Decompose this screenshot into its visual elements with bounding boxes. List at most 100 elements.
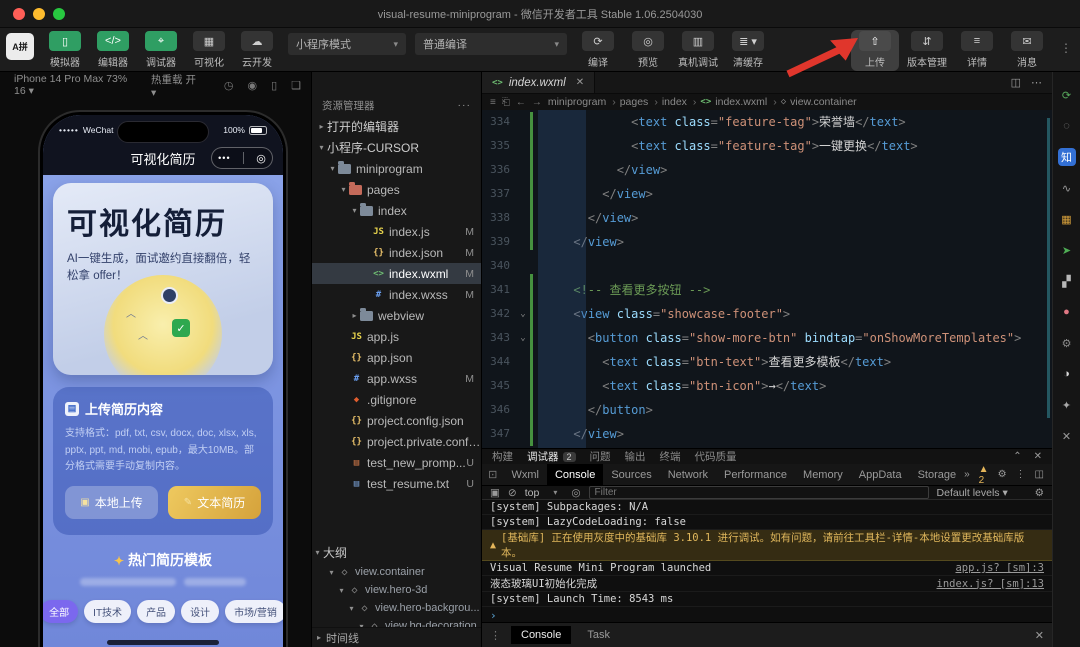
dock-side-icon[interactable]: ◫ [1035,469,1044,480]
compile-mode-select[interactable]: 普通编译 ▾ [415,33,567,55]
text-resume-button[interactable]: ✎文本简历 [168,486,261,519]
panel-tab-代码质量[interactable]: 代码质量 [695,449,737,464]
devtools-tab-storage[interactable]: Storage [910,464,965,485]
more-tabs-icon[interactable]: » [964,469,970,480]
toolbar-button-compile[interactable]: ⟳编译 [576,31,620,69]
tree-item-webview[interactable]: ▸webview [312,305,481,326]
devtools-tab-sources[interactable]: Sources [603,464,659,485]
warning-count-badge[interactable]: ▲ 2 [979,464,989,486]
zhihu-ext-icon[interactable]: 知 [1058,148,1076,166]
template-chip[interactable]: 产品 [137,600,175,623]
gear-ext-icon[interactable]: ⚙ [1058,334,1076,352]
palette-ext-icon[interactable]: ◑ [1058,365,1076,383]
outline-list-icon[interactable]: ≡ [490,97,496,108]
toolbar-button-debugger[interactable]: ⌖调试器 [139,31,183,69]
outline-item[interactable]: ▾◇view.hero-backgrou... [312,599,481,617]
breadcrumb-item[interactable]: ›pages [606,96,648,108]
devtools-tab-wxml[interactable]: Wxml [503,464,547,485]
devtools-settings-icon[interactable]: ⚙ [998,469,1007,480]
close-capsule-icon[interactable]: ◎ [256,152,266,165]
tree-item-.gitignore[interactable]: ◆.gitignore [312,389,481,410]
grid-color-ext-icon[interactable]: ▦ [1058,210,1076,228]
template-chip[interactable]: 全部 [43,600,78,623]
devtools-tab-appdata[interactable]: AppData [851,464,910,485]
tree-item-app.wxss[interactable]: #app.wxssM [312,368,481,389]
toolbar-button-clear-cache[interactable]: ≣ ▾清缓存 [726,31,770,69]
tree-item-test-resume.txt[interactable]: ▤test_resume.txtU [312,473,481,494]
tree-item-project.private.config...[interactable]: {}project.private.config... [312,431,481,452]
collapse-panel-icon[interactable]: ⌃ [1013,451,1021,462]
log-levels-select[interactable]: Default levels ▾ [937,487,1008,499]
toolbar-button-upload[interactable]: ⇧上传 [853,31,897,69]
editor-more-icon[interactable]: ⋯ [1031,76,1042,89]
toolbar-button-editor[interactable]: </>编辑器 [91,31,135,69]
fold-toggle-icon[interactable]: ⌄ [516,326,530,350]
tree-item-project.config.json[interactable]: {}project.config.json [312,410,481,431]
outline-item[interactable]: ▾◇view.hero-3d [312,581,481,599]
devtools-tab-network[interactable]: Network [660,464,716,485]
log-source-link[interactable]: index.js? [sm]:13 [917,578,1044,590]
template-chip[interactable]: 市场/营销 [225,600,283,623]
code-editor[interactable]: 334 <text class="feature-tag">荣誉墙</text>… [482,110,1052,448]
breadcrumb-item[interactable]: miniprogram [548,96,606,108]
timer-icon[interactable]: ◷ [224,79,234,92]
more-capsule-icon[interactable]: ••• [218,153,230,163]
record-icon[interactable]: ◉ [247,79,257,92]
devtools-tab-console[interactable]: Console [547,464,603,485]
console-sidebar-icon[interactable]: ▣ [490,487,500,499]
toolbar-button-preview[interactable]: ◎预览 [626,31,670,69]
refresh-ext-icon[interactable]: ⟳ [1058,86,1076,104]
bookmark-icon[interactable]: ⎗ [502,97,510,108]
tree-item-app.js[interactable]: JSapp.js [312,326,481,347]
tree-item-app.json[interactable]: {}app.json [312,347,481,368]
fold-toggle-icon[interactable]: ⌄ [516,302,530,326]
devtools-tab-memory[interactable]: Memory [795,464,851,485]
toolbar-button-messages[interactable]: ✉消息 [1005,31,1049,71]
panel-tab-输出[interactable]: 输出 [625,449,646,464]
back-arrow-icon[interactable]: ← [516,97,526,108]
breadcrumb-item[interactable]: ›<>index.wxml [687,96,767,108]
context-select[interactable]: top [525,487,540,499]
tree-item-miniprogram[interactable]: ▾miniprogram [312,158,481,179]
tree-item-index.wxml[interactable]: <>index.wxmlM [312,263,481,284]
tree-item-index.wxss[interactable]: #index.wxssM [312,284,481,305]
drag-handle-icon[interactable]: ⋮ [490,629,501,642]
hot-reload-toggle[interactable]: 热重载 开 ▾ [151,72,200,99]
toolbar-button-real-device-debug[interactable]: ▥真机调试 [676,31,720,69]
inspect-element-icon[interactable]: ⊡ [482,468,503,481]
outline-item[interactable]: ▾◇view.container [312,563,481,581]
panel-tab-调试器[interactable]: 调试器2 [527,449,576,464]
forward-arrow-icon[interactable]: → [532,97,542,108]
outline-section[interactable]: ▾ 大纲 [312,542,481,563]
close-debugger-icon[interactable]: ✕ [1034,451,1042,462]
tree-item-index[interactable]: ▾index [312,200,481,221]
bottom-tab-console[interactable]: Console [511,626,571,644]
split-editor-icon[interactable]: ◫ [1011,76,1021,89]
chat-icon[interactable]: ❑ [291,79,301,92]
tree-item--[interactable]: ▸打开的编辑器 [312,116,481,137]
tree-item-test-new-promp...[interactable]: ▤test_new_promp...U [312,452,481,473]
tab-index-wxml[interactable]: <> index.wxml ✕ [482,72,595,93]
capsule-menu[interactable]: ••• ◎ [211,147,273,169]
eye-icon[interactable]: ◎ [571,487,580,499]
panel-tab-构建[interactable]: 构建 [492,449,513,464]
panel-tab-终端[interactable]: 终端 [660,449,681,464]
template-chip[interactable]: 设计 [181,600,219,623]
clear-console-icon[interactable]: ⊘ [508,487,517,499]
tree-item-index.json[interactable]: {}index.jsonM [312,242,481,263]
close-panel-icon[interactable]: ✕ [1035,629,1044,642]
mode-select[interactable]: 小程序模式 ▾ [288,33,406,55]
bottom-tab-task[interactable]: Task [577,626,620,644]
tree-item-pages[interactable]: ▾pages [312,179,481,200]
tree-item-index.js[interactable]: JSindex.jsM [312,221,481,242]
close-tab-icon[interactable]: ✕ [576,77,584,88]
breadcrumb-item[interactable]: ›◇view.container [767,96,856,108]
filter-input[interactable] [589,486,929,499]
close-ext-icon[interactable]: ✕ [1058,427,1076,445]
template-chip[interactable]: IT技术 [84,600,131,623]
log-source-link[interactable]: app.js? [sm]:3 [935,562,1044,574]
more-options-icon[interactable]: ⋮ [1060,41,1072,55]
wave-ext-icon[interactable]: ∿ [1058,179,1076,197]
device-select[interactable]: iPhone 14 Pro Max 73% 16 ▾ [14,73,139,97]
pink-badge-ext-icon[interactable]: ● [1058,303,1076,321]
